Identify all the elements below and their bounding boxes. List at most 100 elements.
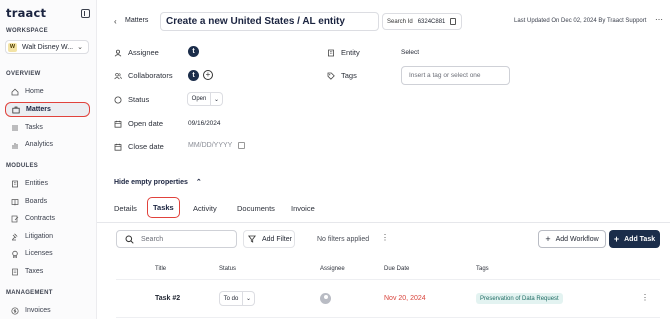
row-options-icon[interactable]: ⋮: [641, 293, 649, 302]
sidebar-item-contracts[interactable]: Contracts: [5, 212, 90, 225]
tags-input[interactable]: Insert a tag or select one: [401, 66, 510, 85]
chevron-down-icon: ⌄: [77, 44, 83, 51]
circle-icon: [114, 96, 122, 104]
status-value: Open: [187, 92, 211, 106]
column-header-due-date: Due Date: [384, 266, 410, 272]
tag-icon: [327, 72, 335, 80]
chevron-down-icon[interactable]: ⌄: [243, 291, 255, 306]
search-id-box: Search Id 6324C881: [382, 13, 462, 30]
task-search-input[interactable]: Search: [116, 230, 237, 248]
tags-label-text: Tags: [341, 71, 357, 80]
receipt-icon: [11, 268, 19, 276]
status-label: Status: [114, 95, 149, 104]
modules-section-label: MODULES: [6, 163, 39, 169]
assignee-avatar[interactable]: t: [188, 46, 199, 57]
entity-label-text: Entity: [341, 48, 360, 57]
tab-tasks[interactable]: Tasks: [147, 197, 180, 218]
workspace-select[interactable]: W Walt Disney W... ⌄: [5, 40, 89, 54]
unassigned-avatar-icon[interactable]: [320, 293, 331, 304]
status-label-text: Status: [128, 95, 150, 104]
add-filter-button[interactable]: Add Filter: [243, 230, 295, 248]
sidebar-item-label: Entities: [25, 180, 48, 187]
briefcase-icon: [12, 106, 20, 114]
close-date-label-text: Close date: [128, 142, 164, 151]
sidebar-item-analytics[interactable]: Analytics: [5, 138, 90, 151]
add-workflow-label: Add Workflow: [555, 235, 599, 243]
pen-icon: [11, 215, 19, 223]
more-options-icon[interactable]: ⋯: [655, 15, 663, 24]
user-icon: [114, 49, 122, 57]
tab-activity[interactable]: Activity: [193, 204, 217, 213]
column-header-assignee: Assignee: [320, 266, 345, 272]
app-logo[interactable]: traact: [6, 6, 46, 20]
gavel-icon: [11, 233, 19, 241]
workspace-section-label: WORKSPACE: [6, 28, 48, 34]
list-icon: [11, 124, 19, 132]
sidebar: traact WORKSPACE W Walt Disney W... ⌄ OV…: [0, 0, 97, 319]
last-updated-text: Last Updated On Dec 02, 2024 By Traact S…: [514, 18, 647, 24]
task-status-value: To do: [219, 291, 243, 306]
task-title[interactable]: Task #2: [155, 295, 180, 302]
sidebar-item-label: Tasks: [25, 124, 43, 131]
entity-select[interactable]: Select: [401, 49, 419, 56]
tags-label: Tags: [327, 71, 357, 80]
sidebar-item-label: Licenses: [25, 250, 53, 257]
overview-section-label: OVERVIEW: [6, 71, 41, 77]
sidebar-item-label: Matters: [26, 106, 51, 113]
sidebar-item-label: Invoices: [25, 307, 51, 314]
no-filters-text: No filters applied: [317, 236, 370, 243]
search-icon: [125, 235, 134, 244]
workspace-badge: W: [8, 42, 17, 52]
sidebar-item-taxes[interactable]: Taxes: [5, 265, 90, 278]
plus-icon: +: [545, 234, 551, 244]
sidebar-item-label: Home: [25, 88, 44, 95]
sidebar-item-label: Taxes: [25, 268, 44, 275]
calendar-icon: [114, 143, 122, 151]
tab-documents[interactable]: Documents: [237, 204, 275, 213]
tab-invoice[interactable]: Invoice: [291, 204, 315, 213]
sidebar-item-boards[interactable]: Boards: [5, 195, 90, 208]
add-collaborator-icon[interactable]: +: [203, 70, 213, 80]
filter-icon: [248, 235, 256, 243]
badge-icon: [11, 250, 19, 258]
sidebar-item-invoices[interactable]: Invoices: [5, 304, 90, 317]
sidebar-item-licenses[interactable]: Licenses: [5, 247, 90, 260]
task-status-select[interactable]: To do ⌄: [219, 291, 255, 306]
column-header-tags: Tags: [476, 266, 489, 272]
breadcrumb[interactable]: Matters: [125, 17, 148, 24]
sidebar-item-tasks[interactable]: Tasks: [5, 121, 90, 134]
add-task-button[interactable]: + Add Task: [609, 230, 660, 248]
column-header-status: Status: [219, 266, 237, 272]
assignee-label-text: Assignee: [128, 48, 159, 57]
sidebar-collapse-icon[interactable]: [81, 9, 90, 18]
building-icon: [11, 180, 19, 188]
entity-label: Entity: [327, 48, 360, 57]
calendar-picker-icon[interactable]: [238, 142, 245, 149]
close-date-input[interactable]: MM/DD/YYYY: [188, 142, 232, 149]
column-header-title: Title: [155, 266, 167, 272]
workspace-name: Walt Disney W...: [22, 43, 74, 51]
open-date-label: Open date: [114, 119, 163, 128]
hide-empty-properties-toggle[interactable]: Hide empty properties ⌃: [114, 178, 202, 186]
search-id-label: Search Id: [387, 18, 413, 25]
collaborator-avatar[interactable]: t: [188, 70, 199, 81]
open-date-label-text: Open date: [128, 119, 164, 128]
chevron-down-icon[interactable]: ⌄: [211, 92, 223, 106]
copy-icon[interactable]: [450, 18, 456, 25]
status-select[interactable]: Open ⌄: [187, 92, 223, 106]
sidebar-item-label: Boards: [25, 198, 48, 205]
task-due-date: Nov 20, 2024: [384, 295, 426, 302]
add-workflow-button[interactable]: + Add Workflow: [538, 230, 606, 248]
filter-options-icon[interactable]: ⋮: [381, 233, 389, 242]
sidebar-item-home[interactable]: Home: [5, 85, 90, 98]
sidebar-item-litigation[interactable]: Litigation: [5, 230, 90, 243]
collaborators-label-text: Collaborators: [128, 71, 173, 80]
table-divider: [116, 317, 660, 318]
calendar-icon: [114, 120, 122, 128]
tab-details[interactable]: Details: [114, 204, 137, 213]
back-arrow-icon[interactable]: ‹: [114, 17, 117, 26]
page-title-input[interactable]: Create a new United States / AL entity: [160, 12, 379, 31]
open-date-value[interactable]: 09/16/2024: [188, 120, 221, 127]
sidebar-item-entities[interactable]: Entities: [5, 177, 90, 190]
sidebar-item-matters[interactable]: Matters: [5, 102, 90, 117]
